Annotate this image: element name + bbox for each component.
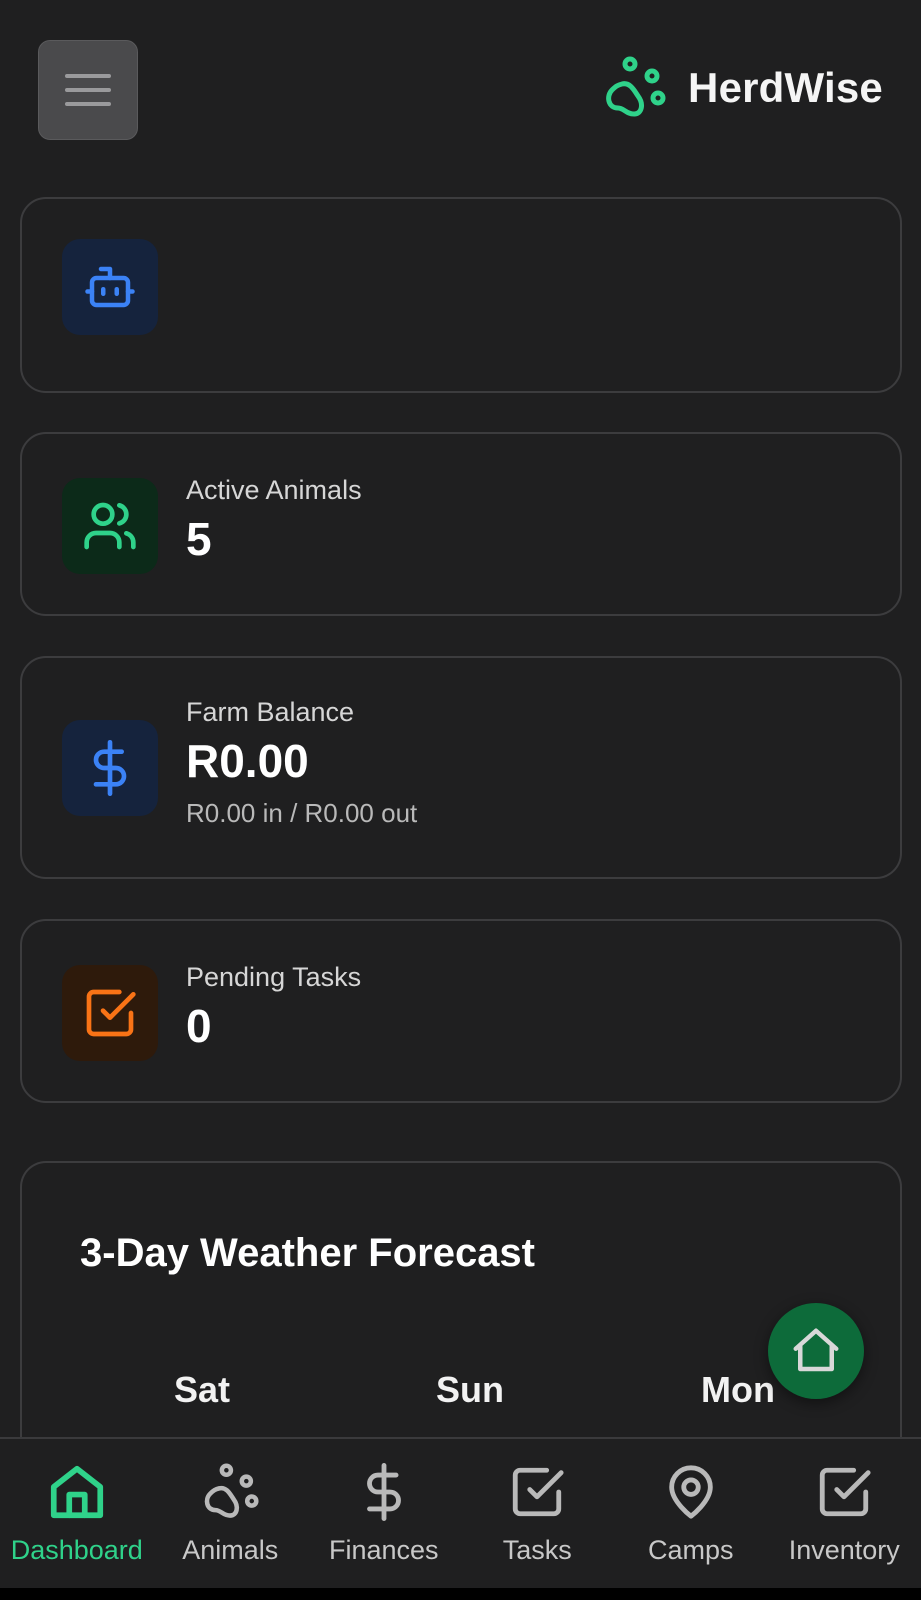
- home-fab-button[interactable]: [768, 1303, 864, 1399]
- nav-item-dashboard[interactable]: Dashboard: [0, 1439, 154, 1588]
- active-animals-text: Active Animals 5: [186, 474, 362, 568]
- nav-label: Dashboard: [10, 1535, 143, 1565]
- home-icon: [50, 1465, 103, 1519]
- farm-balance-breakdown: R0.00 in / R0.00 out: [186, 797, 418, 828]
- nav-label: Animals: [182, 1535, 279, 1565]
- hamburger-menu-icon: [65, 74, 111, 106]
- active-animals-card[interactable]: Active Animals 5: [20, 432, 902, 616]
- nav-label: Inventory: [788, 1535, 900, 1565]
- active-animals-label: Active Animals: [186, 475, 362, 505]
- pending-tasks-card[interactable]: Pending Tasks 0: [20, 919, 902, 1103]
- nav-item-finances[interactable]: Finances: [307, 1439, 461, 1588]
- users-icon: [84, 502, 136, 550]
- users-icon-box: [62, 478, 158, 574]
- robot-icon: [85, 266, 135, 308]
- robot-icon-box: [62, 239, 158, 335]
- home-icon: [793, 1328, 839, 1372]
- nav-label: Camps: [647, 1535, 734, 1565]
- pending-tasks-value: 0: [186, 1000, 212, 1053]
- dashboard-screen: HerdWise Active Animals 5 Farm Balance R…: [0, 0, 921, 1600]
- pending-tasks-text: Pending Tasks 0: [186, 961, 361, 1055]
- check-square-icon: [820, 1467, 871, 1517]
- check-square-icon: [513, 1467, 564, 1517]
- weather-card: 3-Day Weather Forecast Sat Sun Mon: [20, 1161, 902, 1481]
- assistant-card[interactable]: [20, 197, 902, 393]
- check-square-icon-box: [62, 965, 158, 1061]
- nav-item-animals[interactable]: Animals: [154, 1439, 308, 1588]
- weather-day: Sun: [436, 1369, 504, 1410]
- map-pin-icon: [669, 1465, 713, 1519]
- paw-icon: [606, 56, 666, 117]
- farm-balance-label: Farm Balance: [186, 697, 355, 727]
- nav-item-camps[interactable]: Camps: [614, 1439, 768, 1588]
- bottom-nav: Dashboard Animals Finances Tasks Camps I…: [0, 1437, 921, 1588]
- nav-item-inventory[interactable]: Inventory: [768, 1439, 921, 1588]
- menu-button[interactable]: [38, 40, 138, 140]
- active-animals-value: 5: [186, 513, 212, 566]
- check-square-icon: [86, 989, 136, 1037]
- farm-balance-text: Farm Balance R0.00 R0.00 in / R0.00 out: [186, 696, 417, 829]
- pending-tasks-label: Pending Tasks: [186, 962, 362, 992]
- farm-balance-card[interactable]: Farm Balance R0.00 R0.00 in / R0.00 out: [20, 656, 902, 879]
- brand[interactable]: HerdWise: [602, 56, 883, 120]
- nav-item-tasks[interactable]: Tasks: [461, 1439, 615, 1588]
- farm-balance-value: R0.00: [186, 735, 309, 788]
- weather-title: 3-Day Weather Forecast: [80, 1231, 535, 1275]
- dollar-icon: [366, 1463, 401, 1521]
- dollar-icon-box: [62, 720, 158, 816]
- system-nav-strip: [0, 1588, 921, 1600]
- nav-label: Finances: [328, 1535, 439, 1565]
- dollar-icon: [93, 740, 127, 796]
- weather-day: Sat: [173, 1369, 231, 1410]
- app-title: HerdWise: [688, 64, 883, 111]
- nav-label: Tasks: [502, 1535, 572, 1565]
- paw-icon: [205, 1463, 259, 1518]
